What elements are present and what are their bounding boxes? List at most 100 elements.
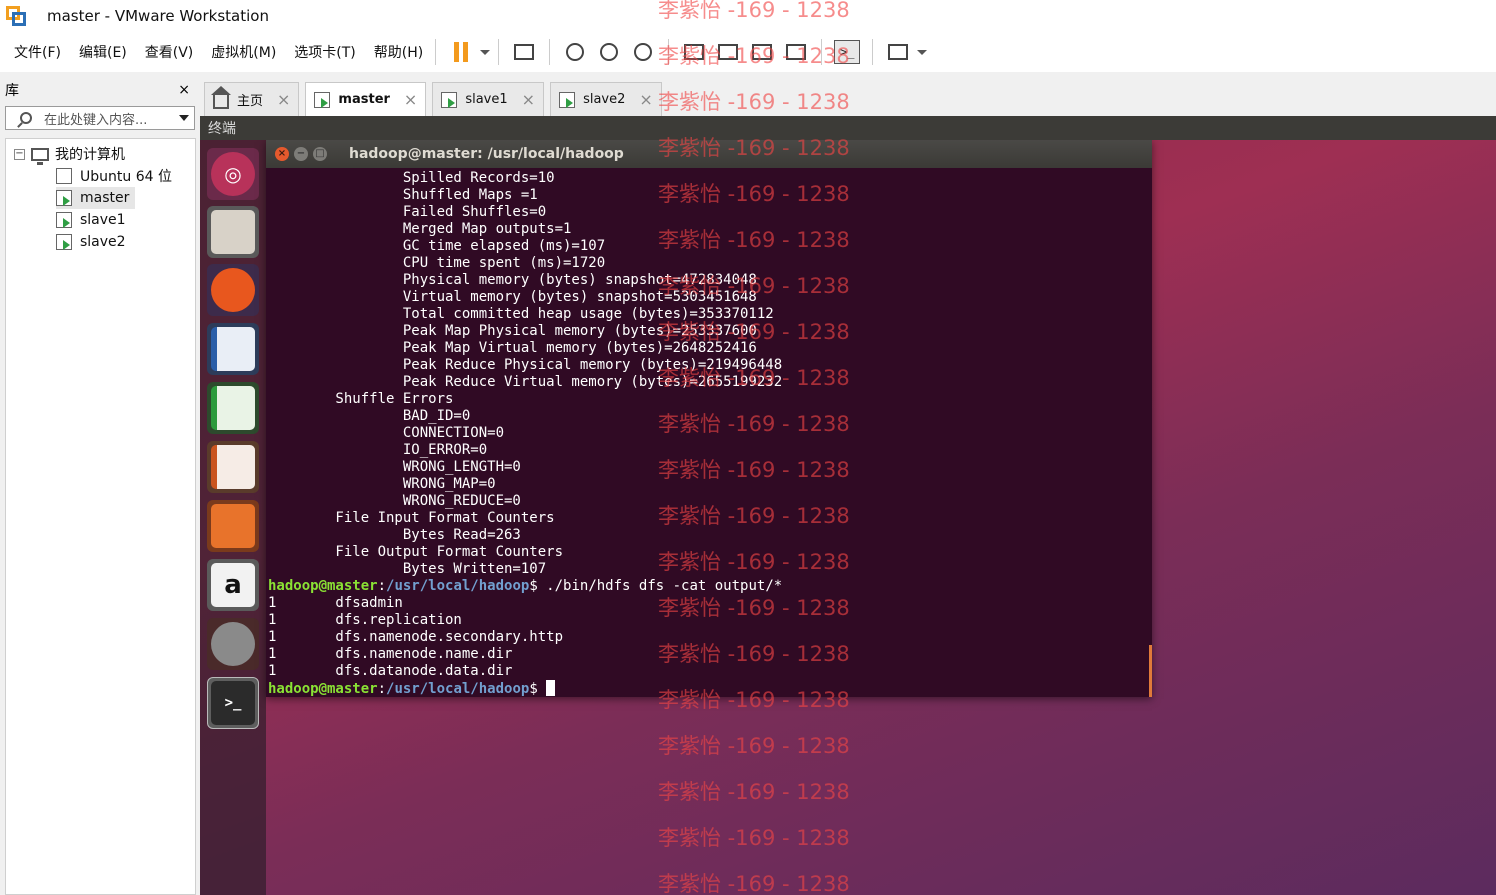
prompt-path: /usr/local/hadoop <box>386 681 530 697</box>
power-dropdown-icon[interactable] <box>480 49 491 55</box>
maximize-icon[interactable]: □ <box>313 147 327 161</box>
tab-master[interactable]: master × <box>305 82 427 116</box>
tab-home[interactable]: 主页 × <box>204 82 300 116</box>
menu-help[interactable]: 帮助(H) <box>374 42 423 62</box>
menu-tabs[interactable]: 选项卡(T) <box>294 42 355 62</box>
tab-bar: 主页 × master × slave1 × slave2 × <box>200 78 1496 116</box>
snapshot-button[interactable] <box>560 37 590 67</box>
terminal-output-line: 1 dfsadmin <box>268 595 403 611</box>
tab-close-icon[interactable]: × <box>277 90 290 109</box>
terminal-line: GC time elapsed (ms)=107 <box>268 238 606 254</box>
prompt-path: /usr/local/hadoop <box>386 578 530 594</box>
minimize-icon[interactable]: − <box>294 147 308 161</box>
vm-running-icon <box>314 91 331 108</box>
terminal-output-line: 1 dfs.namenode.name.dir <box>268 646 513 662</box>
snapshot-manager-icon <box>634 43 653 61</box>
send-ctrl-alt-del-button[interactable] <box>509 37 539 67</box>
tree-item-master[interactable]: master <box>56 187 136 209</box>
terminal-output-line: 1 dfs.namenode.secondary.http <box>268 629 564 645</box>
library-icon <box>684 44 705 60</box>
toolbar-separator <box>668 39 670 65</box>
calc-icon <box>211 386 255 430</box>
toolbar-separator <box>435 39 437 65</box>
tree-item-slave1[interactable]: slave1 <box>56 209 126 231</box>
terminal-line: Shuffled Maps =1 <box>268 187 538 203</box>
search-dropdown-icon[interactable] <box>179 115 189 121</box>
tab-slave2[interactable]: slave2 × <box>550 82 662 116</box>
terminal-cursor <box>546 680 556 696</box>
launcher-writer[interactable] <box>207 323 259 375</box>
library-close-icon[interactable]: × <box>178 82 190 98</box>
launcher-files[interactable] <box>207 206 259 258</box>
menu-edit[interactable]: 编辑(E) <box>79 42 127 62</box>
launcher-firefox[interactable] <box>207 264 259 316</box>
launcher-settings[interactable] <box>207 618 259 670</box>
tree-item-slave2[interactable]: slave2 <box>56 231 126 253</box>
tree-item-ubuntu[interactable]: Ubuntu 64 位 <box>56 165 172 187</box>
terminal-output-line: 1 dfs.replication <box>268 612 462 628</box>
revert-icon <box>600 43 619 61</box>
tree-item-label: slave1 <box>80 212 126 228</box>
show-library-button[interactable] <box>679 37 709 67</box>
launcher-amazon[interactable]: a <box>207 559 259 611</box>
guest-top-bar: 终端 <box>200 116 1496 140</box>
snapshot-manager-button[interactable] <box>628 37 658 67</box>
terminal-line: Virtual memory (bytes) snapshot=53034516… <box>268 289 757 305</box>
vmware-logo-icon <box>6 6 28 26</box>
terminal-line: Peak Reduce Physical memory (bytes)=2194… <box>268 357 783 373</box>
tab-label: slave2 <box>583 92 626 107</box>
collapse-icon[interactable]: − <box>14 148 25 160</box>
guest-desktop[interactable]: ◎ a >_ × − □ hadoop@master: /usr/local/h… <box>200 140 1496 895</box>
terminal-icon: >_ <box>834 40 861 64</box>
console-view-button[interactable]: >_ <box>832 37 862 67</box>
terminal-output-line: 1 dfs.datanode.data.dir <box>268 663 513 679</box>
stretch-dropdown-icon[interactable] <box>917 49 928 55</box>
tab-label: slave1 <box>465 92 508 107</box>
prompt-end: $ <box>529 578 547 594</box>
tab-slave1[interactable]: slave1 × <box>432 82 545 116</box>
terminal-line: Bytes Written=107 <box>268 561 547 577</box>
terminal-line: CPU time spent (ms)=1720 <box>268 255 606 271</box>
library-search-placeholder: 在此处键入内容... <box>44 112 148 128</box>
menu-file[interactable]: 文件(F) <box>14 42 61 62</box>
fullscreen-button[interactable] <box>747 37 777 67</box>
terminal-line: Peak Map Physical memory (bytes)=2533376… <box>268 323 757 339</box>
launcher-terminal[interactable]: >_ <box>207 677 259 729</box>
unity-button[interactable] <box>781 37 811 67</box>
terminal-prompt-line: hadoop@master:/usr/local/hadoop$ <box>268 680 1152 697</box>
tab-close-icon[interactable]: × <box>522 90 535 109</box>
pause-button[interactable] <box>446 37 476 67</box>
terminal-line: Spilled Records=10 <box>268 170 555 186</box>
tab-label: 主页 <box>237 94 264 109</box>
toolbar-separator <box>821 39 823 65</box>
revert-snapshot-button[interactable] <box>594 37 624 67</box>
terminal-line: WRONG_LENGTH=0 <box>268 459 521 475</box>
terminal-line: Peak Map Virtual memory (bytes)=26482524… <box>268 340 757 356</box>
library-search-input[interactable]: 在此处键入内容... <box>5 106 195 130</box>
launcher-calc[interactable] <box>207 382 259 434</box>
menu-bar: 文件(F) 编辑(E) 查看(V) 虚拟机(M) 选项卡(T) 帮助(H) >_ <box>0 32 1496 72</box>
launcher-dash[interactable]: ◎ <box>207 148 259 200</box>
terminal-line: Peak Reduce Virtual memory (bytes)=26551… <box>268 374 783 390</box>
tab-close-icon[interactable]: × <box>404 90 417 109</box>
menu-view[interactable]: 查看(V) <box>145 42 194 62</box>
prompt-user: hadoop@master <box>268 681 378 697</box>
terminal-window[interactable]: × − □ hadoop@master: /usr/local/hadoop S… <box>266 140 1152 697</box>
terminal-line: Merged Map outputs=1 <box>268 221 572 237</box>
terminal-line: WRONG_MAP=0 <box>268 476 496 492</box>
launcher-software[interactable] <box>207 500 259 552</box>
close-icon[interactable]: × <box>275 147 289 161</box>
tab-close-icon[interactable]: × <box>639 90 652 109</box>
thumbnail-button[interactable] <box>713 37 743 67</box>
terminal-prompt-line: hadoop@master:/usr/local/hadoop$ ./bin/h… <box>268 578 1152 595</box>
toolbar-separator <box>549 39 551 65</box>
tree-my-computer[interactable]: − 我的计算机 <box>14 143 125 165</box>
vm-running-icon <box>56 190 72 206</box>
prompt-separator: : <box>377 578 387 594</box>
software-center-icon <box>211 504 255 548</box>
menu-vm[interactable]: 虚拟机(M) <box>211 42 276 62</box>
terminal-scrollbar[interactable] <box>1149 645 1152 697</box>
terminal-output[interactable]: Spilled Records=10 Shuffled Maps =1 Fail… <box>266 168 1152 697</box>
launcher-impress[interactable] <box>207 441 259 493</box>
stretch-button[interactable] <box>883 37 913 67</box>
